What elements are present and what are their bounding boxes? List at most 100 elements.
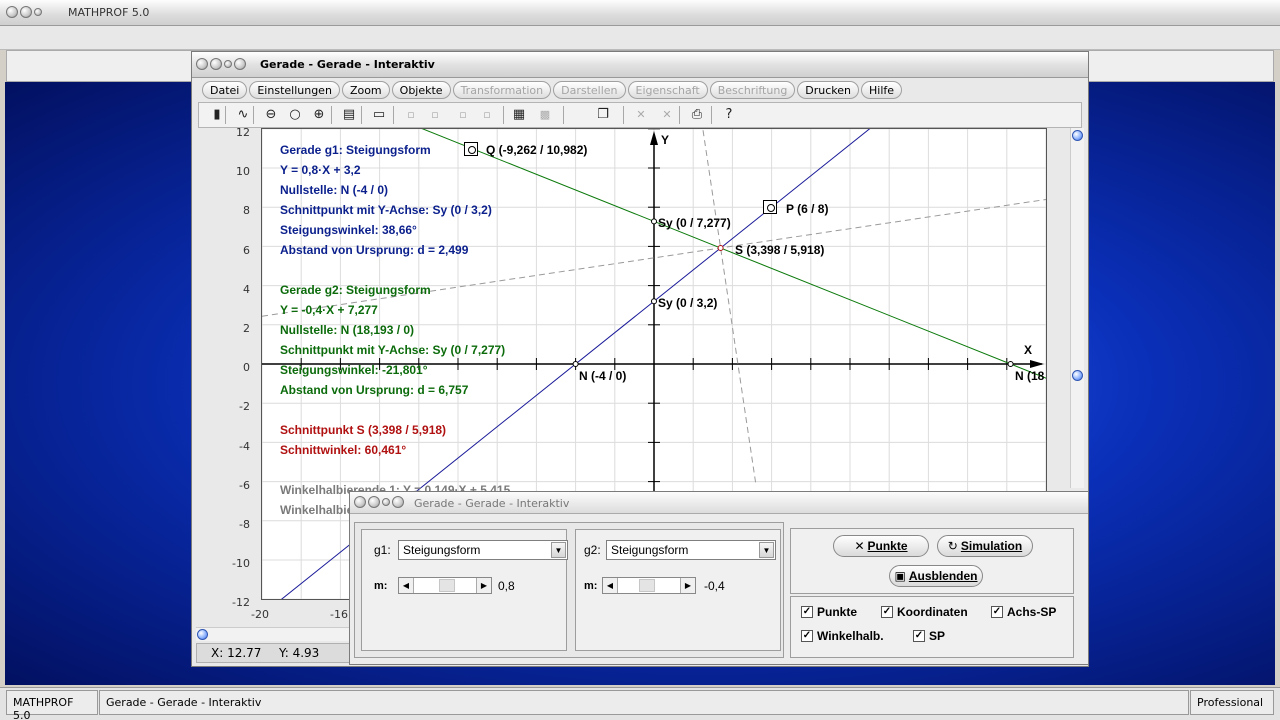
- checkmark-icon[interactable]: ✓: [991, 606, 1003, 618]
- g2-yintercept: Schnittpunkt mit Y-Achse: Sy (0 / 7,277): [280, 343, 506, 357]
- g1-equation: Y = 0,8·X + 3,2: [280, 163, 361, 177]
- dialog-window-controls[interactable]: [354, 496, 404, 508]
- g1-yintercept: Schnittpunkt mit Y-Achse: Sy (0 / 3,2): [280, 203, 492, 217]
- maximize-ball-icon[interactable]: [34, 8, 42, 16]
- chevron-down-icon[interactable]: ▼: [551, 542, 566, 558]
- disabled-x-icon[interactable]: ✕: [657, 106, 677, 124]
- y-tick-label: -8: [239, 518, 250, 531]
- menu-einstellungen[interactable]: Einstellungen: [249, 81, 340, 99]
- checkmark-icon[interactable]: ✓: [881, 606, 893, 618]
- toolbar-separator: [253, 106, 254, 124]
- menu-drucken[interactable]: Drucken: [797, 81, 860, 99]
- coord-x: X: 12.77: [211, 646, 262, 660]
- dialog-titlebar[interactable]: Gerade - Gerade - Interaktiv: [350, 492, 1088, 514]
- menu-eigenschaft[interactable]: Eigenschaft: [627, 81, 708, 99]
- disabled-frame-icon[interactable]: ▫: [401, 106, 421, 124]
- simulation-label: Simulation: [960, 539, 1023, 553]
- point-q-handle[interactable]: [464, 142, 478, 156]
- restore-ball-icon[interactable]: [392, 496, 404, 508]
- minimize-ball-icon[interactable]: [368, 496, 380, 508]
- checkbox-label: Punkte: [817, 605, 858, 619]
- options-panel: ✓ Punkte ✓ Koordinaten ✓ Achs-SP ✓ Winkelhal…: [790, 596, 1074, 658]
- point-p-handle[interactable]: [763, 200, 777, 214]
- zoom-out-icon[interactable]: ⊖: [261, 106, 281, 124]
- zoom-icon[interactable]: ○: [285, 106, 305, 124]
- restore-ball-icon[interactable]: [234, 58, 246, 70]
- close-ball-icon[interactable]: [354, 496, 366, 508]
- chevron-down-icon[interactable]: ▼: [759, 542, 774, 558]
- axis-y-label: Y: [661, 133, 670, 147]
- hide-icon: ▣: [894, 569, 906, 583]
- main-window-controls[interactable]: [196, 58, 246, 70]
- menu-objekte[interactable]: Objekte: [391, 81, 451, 99]
- checkmark-icon[interactable]: ✓: [801, 630, 813, 642]
- disabled-grid-icon[interactable]: ▩: [535, 106, 555, 124]
- minimize-ball-icon[interactable]: [210, 58, 222, 70]
- main-window-titlebar[interactable]: Gerade - Gerade - Interaktiv: [192, 52, 1088, 78]
- ausblenden-label: Ausblenden: [908, 569, 978, 583]
- checkbox-winkelhalb[interactable]: ✓ Winkelhalb.: [801, 629, 884, 643]
- disabled-frame-icon[interactable]: ▫: [425, 106, 445, 124]
- maximize-ball-icon[interactable]: [224, 60, 232, 68]
- menu-transformation[interactable]: Transformation: [452, 81, 552, 99]
- close-ball-icon[interactable]: [6, 6, 18, 18]
- scroll-thumb-knob-icon[interactable]: [1072, 370, 1083, 381]
- disabled-frame-icon[interactable]: ▫: [453, 106, 473, 124]
- scroll-up-knob-icon[interactable]: [1072, 130, 1083, 141]
- window-icon[interactable]: ▭: [369, 106, 389, 124]
- arrow-left-icon[interactable]: ◀: [399, 578, 414, 593]
- checkbox-achs-sp[interactable]: ✓ Achs-SP: [991, 605, 1056, 619]
- checkbox-sp[interactable]: ✓ SP: [913, 629, 945, 643]
- g2-m-slider[interactable]: ◀ ▶: [602, 577, 696, 594]
- g1-slider-thumb[interactable]: [439, 579, 456, 592]
- disabled-x-icon[interactable]: ✕: [631, 106, 651, 124]
- g2-label: g2:: [584, 543, 601, 557]
- menu-datei[interactable]: Datei: [202, 81, 248, 99]
- table-icon[interactable]: ▦: [509, 106, 529, 124]
- close-ball-icon[interactable]: [196, 58, 208, 70]
- menu-zoom[interactable]: Zoom: [341, 81, 390, 99]
- g2-slider-thumb[interactable]: [638, 579, 655, 592]
- copy-icon[interactable]: ❐: [593, 106, 613, 124]
- menu-darstellen[interactable]: Darstellen: [553, 81, 626, 99]
- ausblenden-button[interactable]: ▣ Ausblenden: [889, 565, 983, 587]
- checkbox-koordinaten[interactable]: ✓ Koordinaten: [881, 605, 968, 619]
- checkbox-punkte[interactable]: ✓ Punkte: [801, 605, 857, 619]
- phone-icon[interactable]: ▮: [207, 106, 227, 124]
- checkmark-icon[interactable]: ✓: [913, 630, 925, 642]
- toolbar-separator: [393, 106, 394, 124]
- menu-hilfe[interactable]: Hilfe: [861, 81, 903, 99]
- arrow-left-icon[interactable]: ◀: [603, 578, 618, 593]
- checkmark-icon[interactable]: ✓: [801, 606, 813, 618]
- g2-form-select[interactable]: Steigungsform ▼: [606, 540, 776, 560]
- minimize-ball-icon[interactable]: [20, 6, 32, 18]
- window-controls[interactable]: [6, 6, 42, 18]
- menu-beschriftung[interactable]: Beschriftung: [709, 81, 796, 99]
- horizontal-scrollbar[interactable]: [196, 627, 352, 641]
- simulation-button[interactable]: ↻ Simulation: [937, 535, 1033, 557]
- function-graph-icon[interactable]: ∿: [233, 106, 253, 124]
- print-icon[interactable]: ⎙: [687, 106, 707, 124]
- properties-icon[interactable]: ▤: [339, 106, 359, 124]
- vertical-scrollbar[interactable]: [1070, 128, 1084, 488]
- arrow-right-icon[interactable]: ▶: [476, 578, 491, 593]
- disabled-frame-icon[interactable]: ▫: [477, 106, 497, 124]
- zoom-in-icon[interactable]: ⊕: [309, 106, 329, 124]
- x-tick-label: -20: [251, 608, 269, 621]
- punkte-label: Punkte: [867, 539, 908, 553]
- arrow-right-icon[interactable]: ▶: [680, 578, 695, 593]
- g1-m-slider[interactable]: ◀ ▶: [398, 577, 492, 594]
- maximize-ball-icon[interactable]: [382, 498, 390, 506]
- scroll-left-knob-icon[interactable]: [197, 629, 208, 640]
- punkte-button[interactable]: ✕ Punkte: [833, 535, 929, 557]
- g2-angle: Steigungswinkel: -21,801°: [280, 363, 428, 377]
- g1-form-select[interactable]: Steigungsform ▼: [398, 540, 568, 560]
- g2-m-value: -0,4: [704, 579, 725, 593]
- app-titlebar: MATHPROF 5.0: [0, 0, 1280, 26]
- checkbox-label: Achs-SP: [1007, 605, 1057, 619]
- g1-m-value: 0,8: [498, 579, 515, 593]
- help-icon[interactable]: ?: [719, 106, 739, 124]
- y-tick-label: -12: [232, 596, 250, 610]
- g2-equation: Y = -0,4·X + 7,277: [280, 303, 378, 317]
- label-n2: N (18,193 / 0): [1015, 369, 1045, 383]
